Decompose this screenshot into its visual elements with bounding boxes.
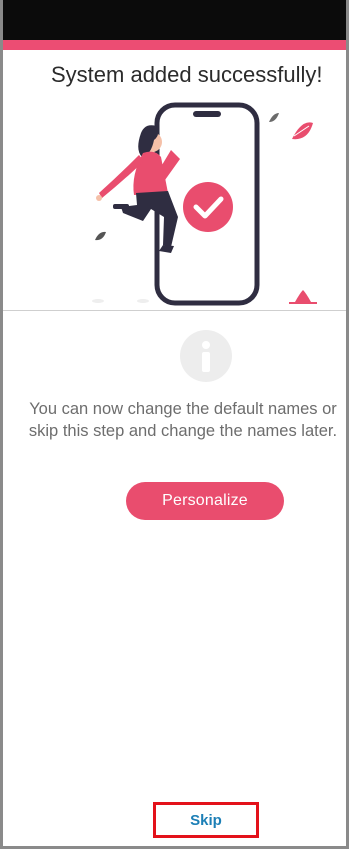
info-message: You can now change the default names or … (3, 398, 346, 442)
check-circle-icon (183, 182, 233, 232)
header-accent-line (3, 40, 346, 50)
info-icon (180, 330, 232, 382)
personalize-button[interactable]: Personalize (126, 482, 284, 520)
info-message-line-2: skip this step and change the names late… (28, 422, 338, 440)
info-message-line-1: You can now change the default names or (29, 400, 337, 418)
skip-button-label: Skip (190, 811, 222, 829)
skip-button[interactable]: Skip (153, 802, 259, 838)
page-title: System added successfully! (51, 62, 323, 87)
success-illustration (92, 102, 317, 306)
status-bar (3, 0, 346, 40)
app-screen: System added successfully! You can now c… (0, 0, 349, 849)
section-divider (3, 310, 346, 311)
